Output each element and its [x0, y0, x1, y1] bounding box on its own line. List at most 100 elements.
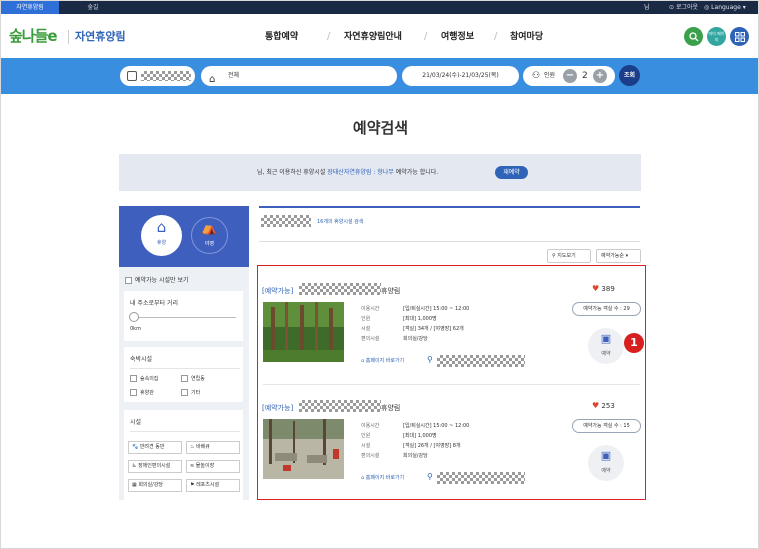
- lodging-option-label: 기타: [191, 390, 201, 396]
- distance-filter: 내 주소로부터 거리 0km: [124, 291, 243, 341]
- checkbox-box: [130, 375, 137, 382]
- facility-waterpark[interactable]: ≋ 물놀이장: [186, 460, 240, 473]
- facility-pet[interactable]: 🐾 반려견 동반: [128, 441, 182, 454]
- wheelchair-icon: ♿: [132, 463, 137, 469]
- page-frame: 자연휴양림 숲길 님 ⊙ 로그아웃 ◎ Language ▾ 숲나들e 자연휴양…: [0, 0, 759, 549]
- type-tab-camp[interactable]: ⛺ 야영: [191, 217, 228, 254]
- forest-name-field[interactable]: [120, 66, 195, 86]
- lodging-option-label: 숲속의집: [140, 376, 159, 382]
- nav-participation[interactable]: 참여마당: [510, 30, 543, 44]
- mypage-button[interactable]: 마이 페이지: [707, 27, 726, 46]
- date-range-value: 21/03/24(수)-21/03/25(목): [422, 72, 499, 79]
- available-only-label: 예약가능 시설만 보기: [135, 277, 189, 284]
- logo-text: 숲나들e: [9, 27, 58, 45]
- rebook-button[interactable]: 재예약: [495, 166, 528, 179]
- people-label: 인원: [544, 72, 556, 79]
- region-field[interactable]: ⌂ 전체: [201, 66, 397, 86]
- lodging-filter: 숙박시설 숲속의집 연립동 휴양관 기타: [124, 347, 243, 402]
- lodging-title: 숙박시설: [130, 356, 153, 363]
- chevron-down-icon: ▾: [625, 253, 629, 259]
- checkbox-box: [181, 389, 188, 396]
- page-title: 예약검색: [352, 119, 409, 137]
- facility-accessible[interactable]: ♿ 장애인편의시설: [128, 460, 182, 473]
- house-icon: ⌂: [156, 218, 167, 236]
- sort-select[interactable]: 예약가능순 ▾: [596, 249, 641, 263]
- increase-button[interactable]: +: [593, 69, 607, 83]
- type-toggle: ⌂ 휴양 ⛺ 야영: [119, 206, 249, 267]
- caret-down-icon: ▾: [742, 4, 746, 11]
- logout-link[interactable]: ⊙ 로그아웃: [669, 1, 698, 14]
- map-pin-icon: ⚲: [552, 253, 556, 259]
- nav-divider: /: [327, 31, 331, 42]
- logout-label: 로그아웃: [675, 4, 699, 11]
- language-selector[interactable]: ◎ Language ▾: [704, 1, 746, 14]
- people-field: ⚇ 인원 − 2 +: [523, 66, 615, 86]
- map-view-button[interactable]: ⚲ 지도보기: [547, 249, 591, 263]
- mypage-label: 마이 페이지: [708, 30, 725, 42]
- facility-label: 물놀이장: [195, 463, 215, 469]
- nav-travel-info[interactable]: 여행정보: [441, 30, 474, 44]
- lodging-option-other[interactable]: 기타: [181, 389, 200, 396]
- type-tab-rest-label: 휴양: [156, 240, 167, 246]
- type-tab-rest[interactable]: ⌂ 휴양: [141, 215, 182, 256]
- results-top-border: [259, 206, 640, 208]
- recent-stay-banner: 님, 최근 이용하신 휴양시설 장태산자연휴양림 : 향나무 예약가능 합니다.…: [119, 154, 641, 191]
- nav-forest-guide[interactable]: 자연휴양림안내: [344, 30, 402, 44]
- user-name: 님: [644, 4, 650, 11]
- redacted-name: [141, 71, 191, 81]
- type-tab-camp-label: 야영: [204, 241, 215, 247]
- lodging-option-label: 휴양관: [140, 390, 154, 396]
- lodging-option-label: 연립동: [191, 376, 205, 382]
- facility-label: 레포츠시설: [196, 482, 220, 488]
- utility-bar: 자연휴양림 숲길 님 ⊙ 로그아웃 ◎ Language ▾: [1, 1, 758, 14]
- facility-label: 바베큐: [196, 444, 210, 450]
- highlight-frame: [257, 265, 646, 500]
- tab-forest[interactable]: 자연휴양림: [1, 1, 59, 14]
- facility-meeting-room[interactable]: ▦ 회의실/강당: [128, 479, 182, 492]
- facility-filter: 시설 🐾 반려견 동반 ♨ 바베큐 ♿ 장애인편의시설 ≋ 물놀이장 ▦ 회의실…: [124, 410, 243, 500]
- facility-label: 반려견 동반: [139, 444, 165, 450]
- site-header: 숲나들e 자연휴양림 통합예약 / 자연휴양림안내 / 여행정보 / 참여마당 …: [1, 14, 758, 57]
- menu-button[interactable]: [730, 27, 749, 46]
- notice-suffix: 예약가능 합니다.: [393, 169, 439, 176]
- meeting-icon: ▦: [132, 482, 137, 488]
- nav-divider: /: [494, 31, 498, 42]
- distance-slider-track[interactable]: [131, 317, 236, 318]
- map-pin-icon: ⌂: [209, 74, 216, 85]
- bbq-icon: ♨: [190, 444, 195, 450]
- logo[interactable]: 숲나들e: [9, 25, 67, 47]
- people-icon: ⚇: [532, 71, 541, 81]
- sports-icon: ⚑: [190, 482, 195, 488]
- search-button[interactable]: [684, 27, 703, 46]
- lodging-option-rowhouse[interactable]: 연립동: [181, 375, 205, 382]
- available-only-checkbox[interactable]: 예약가능 시설만 보기: [125, 275, 189, 284]
- search-bar: ⌂ 전체 21/03/24(수)-21/03/25(목) ⚇ 인원 − 2 + …: [1, 58, 758, 94]
- nav-integrated-reservation[interactable]: 통합예약: [265, 30, 298, 44]
- decrease-button[interactable]: −: [563, 69, 577, 83]
- checkbox-box: [130, 389, 137, 396]
- region-value: 전체: [228, 72, 240, 79]
- recent-facility: 장태산자연휴양림 : 향나무: [327, 169, 394, 176]
- distance-slider-handle[interactable]: [129, 312, 139, 322]
- search-submit-button[interactable]: 조회: [619, 65, 640, 86]
- language-label: Language: [711, 4, 741, 11]
- distance-title: 내 주소로부터 거리: [130, 300, 178, 307]
- people-count: 2: [582, 71, 588, 81]
- tent-icon: ⛺: [201, 221, 218, 236]
- facility-leisure[interactable]: ⚑ 레포츠시설: [186, 479, 240, 492]
- date-range-field[interactable]: 21/03/24(수)-21/03/25(목): [402, 66, 519, 86]
- facility-label: 회의실/강당: [138, 482, 164, 488]
- lodging-option-cabin[interactable]: 숲속의집: [130, 375, 158, 382]
- building-icon: [127, 71, 137, 81]
- lodging-option-lodge[interactable]: 휴양관: [130, 389, 154, 396]
- pet-icon: 🐾: [132, 444, 139, 450]
- divider: [130, 368, 240, 369]
- site-title[interactable]: 자연휴양림: [75, 28, 126, 46]
- results-divider: [259, 241, 640, 242]
- map-view-label: 지도보기: [557, 253, 576, 259]
- filter-panel: ⌂ 휴양 ⛺ 야영 예약가능 시설만 보기 내 주소로부터 거리 0km 숙박시…: [119, 206, 249, 500]
- grid-menu-icon: [734, 31, 745, 42]
- facility-label: 장애인편의시설: [138, 463, 171, 469]
- tab-trail[interactable]: 숲길: [63, 1, 123, 14]
- facility-bbq[interactable]: ♨ 바베큐: [186, 441, 240, 454]
